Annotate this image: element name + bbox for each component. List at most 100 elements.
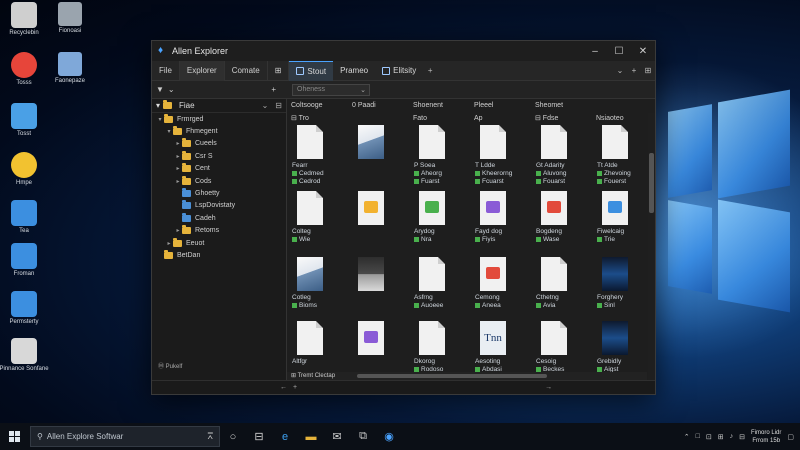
taskbar-search[interactable]: ⚲ Allen Explore Softwar ⩞ xyxy=(30,426,220,447)
edge-icon[interactable]: e xyxy=(272,423,298,450)
desktop-shortcut[interactable]: Tea xyxy=(4,200,44,235)
file-tile[interactable] xyxy=(350,257,411,321)
filter-funnel-icon[interactable]: ▼ xyxy=(156,85,164,94)
file-tile[interactable]: Cthetng Avia xyxy=(533,257,594,321)
file-tile[interactable]: Fayd dog Fiyis xyxy=(472,191,533,255)
menu-layout-icon[interactable]: ⊞ xyxy=(268,60,290,81)
file-tile[interactable]: Cemong Aneea xyxy=(472,257,533,321)
file-tile[interactable]: Gt Adarity Aluvong Fouarst xyxy=(533,125,594,189)
file-tile[interactable]: Asfrng Auoeee xyxy=(411,257,472,321)
sidebar-footer[interactable]: Ⓜ Pukelf xyxy=(158,361,182,370)
sidebar-header[interactable]: ▾ Fiae ⌄ ⊟ xyxy=(152,99,286,113)
layout-toggle-icon[interactable]: ⊞ xyxy=(641,66,655,75)
column-header[interactable]: Pleeel xyxy=(470,99,531,113)
tree-item[interactable]: BetDan xyxy=(152,249,286,261)
tree-item[interactable]: Cadeh xyxy=(152,212,286,224)
notification-icon[interactable]: ▢ xyxy=(787,433,794,441)
file-tile[interactable]: Fearr Cedmed Cedrod xyxy=(289,125,350,189)
horizontal-scrollbar[interactable]: ⊞ Tremt Clectap xyxy=(287,372,647,380)
expand-caret-icon[interactable]: ▸ xyxy=(174,153,182,160)
scroll-thumb[interactable] xyxy=(357,374,547,378)
new-tab-button[interactable]: + xyxy=(423,66,437,75)
sidebar-pane-icon[interactable]: ⊟ xyxy=(275,101,282,110)
add-button[interactable]: + xyxy=(627,66,641,75)
tree-item[interactable]: ▸ Retoms xyxy=(152,225,286,237)
tab-stout[interactable]: Stout xyxy=(289,60,334,81)
mail-icon[interactable]: ✉ xyxy=(324,423,350,450)
add-icon[interactable]: + xyxy=(293,384,297,391)
expand-caret-icon[interactable]: ▸ xyxy=(174,140,182,147)
file-tile[interactable]: Fiwelcaig Trie xyxy=(594,191,655,255)
tree-item[interactable]: ▸ Cods xyxy=(152,175,286,187)
chevron-down-icon[interactable]: ⌄ xyxy=(168,85,175,94)
tree-item[interactable]: ▾ Frmrged xyxy=(152,113,286,125)
expand-caret-icon[interactable]: ▾ xyxy=(156,116,164,123)
scroll-thumb[interactable] xyxy=(649,153,654,213)
tree-item[interactable]: ▸ Eeuot xyxy=(152,237,286,249)
file-tile[interactable] xyxy=(350,191,411,255)
desktop-shortcut[interactable]: Faonepaze xyxy=(50,52,90,84)
tab-prameo[interactable]: Prameo xyxy=(333,61,375,81)
desktop-shortcut[interactable]: Tosst xyxy=(4,103,44,138)
view-filter-dropdown[interactable]: Oheness ⌄ xyxy=(292,83,370,96)
file-tile[interactable]: Forghery Sinl xyxy=(594,257,655,321)
file-tile[interactable]: Arydog Nra xyxy=(411,191,472,255)
add-location-button[interactable]: + xyxy=(271,85,276,94)
tree-item[interactable]: ▾ Fhmegent xyxy=(152,125,286,137)
tray-app-icon[interactable]: ⊞ xyxy=(718,433,724,441)
tree-item[interactable]: Ghoetty xyxy=(152,187,286,199)
menu-file[interactable]: File xyxy=(152,60,180,81)
tab-list-chevron-icon[interactable]: ⌄ xyxy=(613,66,627,75)
column-header[interactable]: 0 Paadi xyxy=(348,99,409,113)
store-icon[interactable]: ⧉ xyxy=(350,423,376,450)
desktop-shortcut[interactable]: Hmpe xyxy=(4,152,44,187)
file-tile[interactable] xyxy=(350,125,411,189)
desktop-shortcut[interactable]: Froman xyxy=(4,243,44,278)
expand-caret-icon[interactable]: ▸ xyxy=(174,227,182,234)
expand-caret-icon[interactable]: ▸ xyxy=(174,178,182,185)
clock[interactable]: Fimoro Lidr Frrom 15b xyxy=(751,429,781,445)
explorer-app-icon[interactable]: ◉ xyxy=(376,423,402,450)
file-tile[interactable]: Bogdeng Wase xyxy=(533,191,594,255)
expand-caret-icon[interactable]: ▸ xyxy=(174,165,182,172)
desktop-shortcut[interactable]: Permsterty xyxy=(4,291,44,326)
expand-caret-icon[interactable]: ▾ xyxy=(165,128,173,135)
file-tile[interactable]: T Ldde Kheerorng Fcuarst xyxy=(472,125,533,189)
task-view-icon[interactable]: ⊟ xyxy=(246,423,272,450)
back-arrow-icon[interactable]: ← xyxy=(280,384,287,391)
file-tile[interactable]: Tt Atde Zhevoing Fouerst xyxy=(594,125,655,189)
file-tile[interactable]: P Soea Aheorg Fuarst xyxy=(411,125,472,189)
desktop-shortcut[interactable]: Tosss xyxy=(4,52,44,87)
file-tile[interactable]: Cotleg Bioms xyxy=(289,257,350,321)
maximize-button[interactable]: ☐ xyxy=(607,46,631,57)
file-explorer-icon[interactable]: ▬ xyxy=(298,423,324,450)
network-icon[interactable]: ⊡ xyxy=(706,433,712,441)
tree-item[interactable]: ▸ Csr S xyxy=(152,150,286,162)
tree-item[interactable]: ▸ Cueels xyxy=(152,138,286,150)
title-bar[interactable]: ♦ Allen Explorer – ☐ ✕ xyxy=(152,41,655,61)
menu-explorer[interactable]: Explorer xyxy=(179,60,225,81)
column-header[interactable]: Shoenent xyxy=(409,99,470,113)
file-tile[interactable]: Colteg Wie xyxy=(289,191,350,255)
vertical-scrollbar[interactable] xyxy=(648,113,655,380)
tray-app-icon[interactable]: □ xyxy=(696,433,700,440)
cortana-icon[interactable]: ○ xyxy=(220,423,246,450)
close-button[interactable]: ✕ xyxy=(631,46,655,57)
volume-icon[interactable]: ♪ xyxy=(730,433,734,440)
desktop-shortcut[interactable]: Pinnance Sonfane xyxy=(0,338,49,373)
tree-item[interactable]: ▸ Cent xyxy=(152,163,286,175)
keyboard-icon[interactable]: ⊟ xyxy=(739,433,745,441)
desktop-shortcut[interactable]: Fionoasi xyxy=(50,2,90,34)
tab-elitsity[interactable]: Elitsity xyxy=(375,61,423,81)
minimize-button[interactable]: – xyxy=(583,46,607,57)
menu-comate[interactable]: Comate xyxy=(225,60,268,81)
column-header[interactable]: Coltsooge xyxy=(287,99,348,113)
expand-caret-icon[interactable]: ▸ xyxy=(165,240,173,247)
desktop-shortcut[interactable]: Recyclebin xyxy=(4,2,44,37)
column-header[interactable]: Sheomet xyxy=(531,99,592,113)
forward-arrow-icon[interactable]: → xyxy=(545,384,552,391)
tray-overflow-icon[interactable]: ⌃ xyxy=(684,433,690,441)
mic-icon[interactable]: ⩞ xyxy=(208,431,213,442)
start-button[interactable] xyxy=(0,423,28,450)
sidebar-collapse-icon[interactable]: ⌄ xyxy=(262,101,269,110)
